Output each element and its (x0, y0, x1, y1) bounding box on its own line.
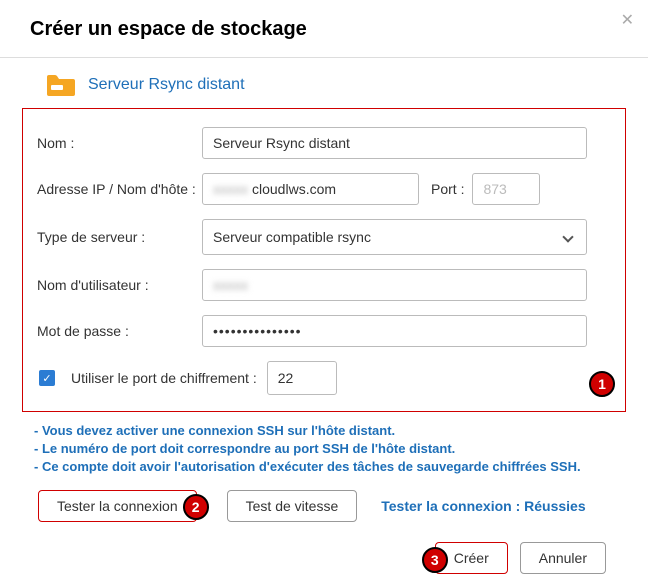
username-value: xxxxx (213, 277, 248, 293)
note-line-1: - Vous devez activer une connexion SSH s… (34, 422, 626, 440)
password-value: ••••••••••••••• (213, 323, 302, 339)
server-type-label: Type de serveur : (37, 229, 202, 245)
test-speed-button[interactable]: Test de vitesse (227, 490, 358, 522)
password-row: Mot de passe : ••••••••••••••• (37, 315, 611, 347)
username-label: Nom d'utilisateur : (37, 277, 202, 293)
test-connection-button[interactable]: Tester la connexion 2 (38, 490, 197, 522)
name-row: Nom : Serveur Rsync distant (37, 127, 611, 159)
form-highlight-box: Nom : Serveur Rsync distant Adresse IP /… (22, 108, 626, 412)
encryption-port-value: 22 (278, 370, 294, 386)
note-line-3: - Ce compte doit avoir l'autorisation d'… (34, 458, 626, 476)
note-line-2: - Le numéro de port doit correspondre au… (34, 440, 626, 458)
encryption-label: Utiliser le port de chiffrement : (71, 370, 257, 386)
server-type-value: Serveur compatible rsync (213, 229, 371, 245)
password-label: Mot de passe : (37, 323, 202, 339)
password-input[interactable]: ••••••••••••••• (202, 315, 587, 347)
dialog-header: Créer un espace de stockage ✕ (0, 0, 648, 58)
section-title: Serveur Rsync distant (88, 76, 245, 94)
encryption-checkbox[interactable]: ✓ (39, 370, 55, 386)
username-input[interactable]: xxxxx (202, 269, 587, 301)
ssh-notes: - Vous devez activer une connexion SSH s… (34, 422, 626, 476)
create-button[interactable]: Créer 3 (435, 542, 508, 574)
close-icon[interactable]: ✕ (621, 10, 634, 30)
dialog-content: Serveur Rsync distant Nom : Serveur Rsyn… (0, 58, 648, 584)
port-input[interactable]: 873 (472, 173, 540, 205)
username-row: Nom d'utilisateur : xxxxx (37, 269, 611, 301)
encryption-row: ✓ Utiliser le port de chiffrement : 22 (37, 361, 611, 395)
rsync-folder-icon (46, 74, 76, 96)
name-input[interactable]: Serveur Rsync distant (202, 127, 587, 159)
ip-label: Adresse IP / Nom d'hôte : (37, 181, 202, 197)
annotation-badge-3: 3 (422, 547, 448, 573)
server-type-select[interactable]: Serveur compatible rsync (202, 219, 587, 255)
section-header: Serveur Rsync distant (22, 70, 626, 106)
port-value: 873 (483, 181, 506, 197)
checkmark-icon: ✓ (42, 372, 51, 385)
ip-input[interactable]: xxxxx cloudlws.com (202, 173, 419, 205)
annotation-badge-1: 1 (589, 371, 615, 397)
ip-row: Adresse IP / Nom d'hôte : xxxxx cloudlws… (37, 173, 611, 205)
ip-value: cloudlws.com (252, 181, 336, 197)
port-label: Port : (431, 181, 464, 197)
encryption-port-input[interactable]: 22 (267, 361, 337, 395)
name-value: Serveur Rsync distant (213, 135, 350, 151)
dialog-title: Créer un espace de stockage (30, 18, 618, 41)
server-type-row: Type de serveur : Serveur compatible rsy… (37, 219, 611, 255)
name-label: Nom : (37, 135, 202, 151)
footer-button-row: Créer 3 Annuler (22, 542, 626, 574)
test-button-row: Tester la connexion 2 Test de vitesse Te… (38, 490, 626, 522)
annotation-badge-2: 2 (183, 494, 209, 520)
connection-result: Tester la connexion : Réussies (381, 498, 585, 514)
chevron-down-icon (562, 231, 573, 242)
ip-prefix-blurred: xxxxx (213, 181, 248, 197)
cancel-button[interactable]: Annuler (520, 542, 606, 574)
